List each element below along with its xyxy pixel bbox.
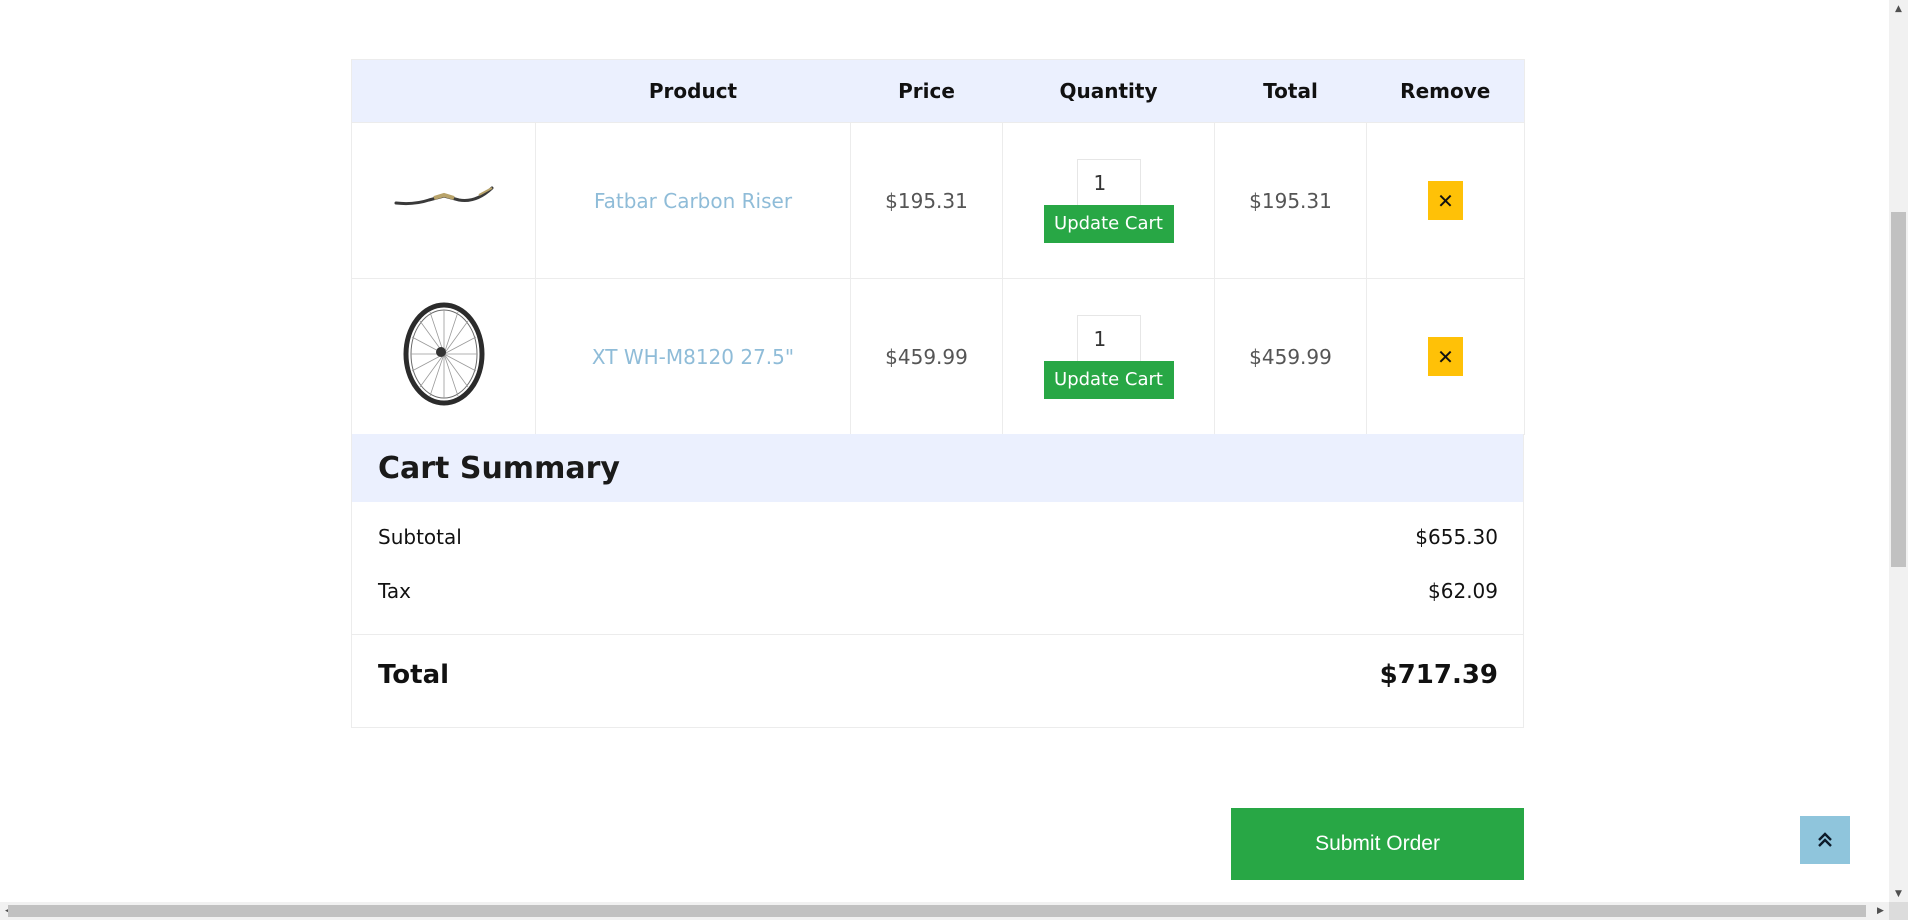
table-row: XT WH-M8120 27.5" $459.99 Update Cart $4… xyxy=(351,278,1525,435)
scroll-up-arrow-icon[interactable]: ▲ xyxy=(1889,0,1908,17)
cart-table: Product Price Quantity Total Remove Fatb… xyxy=(351,59,1525,435)
quantity-input[interactable] xyxy=(1076,314,1141,363)
total-row: Total $717.39 xyxy=(352,635,1523,715)
tax-value: $62.09 xyxy=(1428,579,1498,603)
header-total: Total xyxy=(1214,59,1367,123)
total-cell: $459.99 xyxy=(1214,278,1367,435)
remove-cell: ✕ xyxy=(1366,278,1525,435)
product-image-cell xyxy=(351,278,536,435)
submit-order-button[interactable]: Submit Order xyxy=(1231,808,1524,880)
price-cell: $459.99 xyxy=(850,278,1003,435)
scrollbar-corner xyxy=(1889,902,1908,920)
horizontal-scroll-thumb[interactable] xyxy=(8,905,1866,917)
vertical-scroll-thumb[interactable] xyxy=(1891,212,1906,567)
header-price: Price xyxy=(850,59,1003,123)
product-link[interactable]: Fatbar Carbon Riser xyxy=(594,189,792,213)
tax-label: Tax xyxy=(378,579,411,603)
total-value: $717.39 xyxy=(1379,660,1498,690)
handlebar-image xyxy=(394,186,493,206)
product-link[interactable]: XT WH-M8120 27.5" xyxy=(592,345,794,369)
product-name-cell: Fatbar Carbon Riser xyxy=(535,122,851,279)
header-image xyxy=(351,59,536,123)
subtotal-value: $655.30 xyxy=(1415,525,1498,549)
remove-button[interactable]: ✕ xyxy=(1428,337,1463,376)
scroll-right-arrow-icon[interactable]: ▶ xyxy=(1872,902,1889,920)
cart-table-header-row: Product Price Quantity Total Remove xyxy=(351,59,1525,123)
scroll-to-top-button[interactable] xyxy=(1800,816,1850,864)
price-cell: $195.31 xyxy=(850,122,1003,279)
quantity-group: Update Cart xyxy=(1043,314,1174,399)
total-label: Total xyxy=(378,660,450,690)
total-cell: $195.31 xyxy=(1214,122,1367,279)
scroll-down-arrow-icon[interactable]: ▼ xyxy=(1889,885,1908,902)
subtotal-label: Subtotal xyxy=(378,525,462,549)
product-image-cell xyxy=(351,122,536,279)
remove-button[interactable]: ✕ xyxy=(1428,181,1463,220)
product-name-cell: XT WH-M8120 27.5" xyxy=(535,278,851,435)
subtotal-row: Subtotal $655.30 xyxy=(352,522,1523,552)
wheel-image xyxy=(403,302,484,406)
vertical-scrollbar[interactable]: ▲ ▼ xyxy=(1889,0,1908,902)
quantity-cell: Update Cart xyxy=(1002,122,1215,279)
table-row: Fatbar Carbon Riser $195.31 Update Cart … xyxy=(351,122,1525,279)
cart-summary-title: Cart Summary xyxy=(352,434,1523,502)
quantity-group: Update Cart xyxy=(1043,158,1174,243)
double-chevron-up-icon xyxy=(1818,832,1832,847)
update-cart-button[interactable]: Update Cart xyxy=(1043,204,1174,243)
cart-summary: Cart Summary Subtotal $655.30 Tax $62.09… xyxy=(351,434,1524,728)
page-viewport: Product Price Quantity Total Remove Fatb… xyxy=(0,0,1889,902)
header-quantity: Quantity xyxy=(1002,59,1215,123)
horizontal-scrollbar[interactable]: ◀ ▶ xyxy=(0,902,1889,920)
update-cart-button[interactable]: Update Cart xyxy=(1043,360,1174,399)
quantity-input[interactable] xyxy=(1076,158,1141,207)
tax-row: Tax $62.09 xyxy=(352,576,1523,606)
header-remove: Remove xyxy=(1366,59,1525,123)
header-product: Product xyxy=(535,59,851,123)
quantity-cell: Update Cart xyxy=(1002,278,1215,435)
remove-cell: ✕ xyxy=(1366,122,1525,279)
